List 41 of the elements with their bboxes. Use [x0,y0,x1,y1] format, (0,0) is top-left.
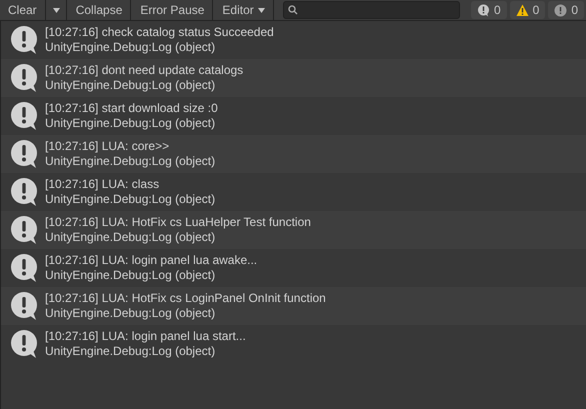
log-entry[interactable]: [10:27:16] LUA: HotFix cs LoginPanel OnInit function UnityEngine.Debug:Log (object) [1,287,586,325]
info-message-icon [9,215,39,245]
log-source: UnityEngine.Debug:Log (object) [45,40,216,55]
log-message: [10:27:16] check catalog status Succeeded [45,25,274,40]
log-count-toggle[interactable]: 0 [548,1,584,19]
info-message-icon [9,63,39,93]
info-message-icon [9,253,39,283]
caret-icon [258,8,265,12]
log-entry[interactable]: [10:27:16] dont need update catalogs UnityEngine.Debug:Log (object) [1,59,586,97]
log-message: [10:27:16] start download size :0 [45,101,218,116]
info-message-icon [9,329,39,359]
log-message: [10:27:16] LUA: HotFix cs LuaHelper Test function [45,215,311,230]
log-source: UnityEngine.Debug:Log (object) [45,344,216,359]
log-message: [10:27:16] LUA: class [45,177,160,192]
log-message: [10:27:16] LUA: HotFix cs LoginPanel OnInit function [45,291,326,306]
log-count-toggle[interactable]: 0 [510,1,546,19]
search-field[interactable] [282,1,460,19]
warning-icon [516,4,529,16]
info-message-icon [9,291,39,321]
log-message: [10:27:16] LUA: core>> [45,139,170,154]
log-source: UnityEngine.Debug:Log (object) [45,268,216,283]
log-source: UnityEngine.Debug:Log (object) [45,306,216,321]
log-count-toggle[interactable]: 0 [470,1,507,19]
log-source: UnityEngine.Debug:Log (object) [45,230,216,245]
info-message-icon [9,139,39,169]
log-message: [10:27:16] LUA: login panel lua start... [45,329,246,344]
log-source: UnityEngine.Debug:Log (object) [45,192,216,207]
caret-icon [52,8,60,12]
error-icon [554,4,568,16]
info-message-icon [9,101,39,131]
info-message-icon [9,177,39,207]
log-source: UnityEngine.Debug:Log (object) [45,78,216,93]
log-source: UnityEngine.Debug:Log (object) [45,154,216,169]
speech-bubble-icon [476,4,490,16]
log-entry[interactable]: [10:27:16] LUA: HotFix cs LuaHelper Test function UnityEngine.Debug:Log (object) [1,211,586,249]
log-entry[interactable]: [10:27:16] LUA: core>> UnityEngine.Debug:Log (object) [1,135,586,173]
info-message-icon [9,25,39,55]
log-message: [10:27:16] LUA: login panel lua awake... [45,253,258,268]
log-source: UnityEngine.Debug:Log (object) [45,116,216,131]
log-message: [10:27:16] dont need update catalogs [45,63,244,78]
search-icon [288,5,298,15]
